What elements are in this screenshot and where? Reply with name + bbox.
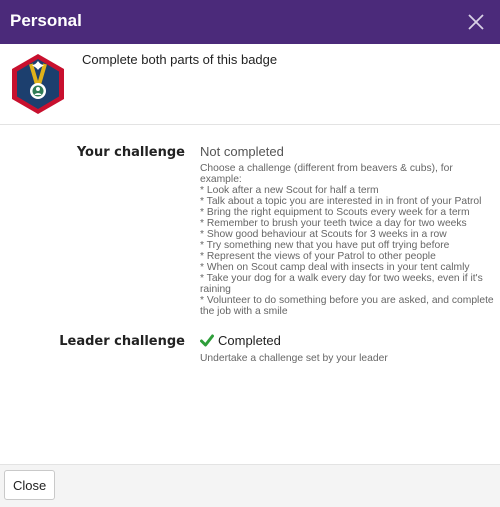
requirement-description-leader-challenge: Undertake a challenge set by your leader <box>200 353 388 364</box>
close-icon[interactable] <box>466 12 486 32</box>
dialog-titlebar: Personal <box>0 0 500 44</box>
personal-challenge-badge-icon <box>10 52 66 116</box>
badge-dialog: Personal Complete both parts of this bad… <box>0 0 500 507</box>
check-icon <box>200 334 214 347</box>
requirement-label-leader-challenge: Leader challenge <box>59 334 185 349</box>
close-button[interactable]: Close <box>4 470 56 500</box>
requirement-status-leader-challenge: Completed <box>200 333 281 348</box>
requirement-description-your-challenge: Choose a challenge (different from beave… <box>200 163 494 317</box>
badge-intro-text: Complete both parts of this badge <box>82 52 278 67</box>
dialog-title: Personal <box>10 11 82 30</box>
requirement-status-your-challenge: Not completed <box>200 144 284 159</box>
dialog-footer: Close <box>0 464 500 507</box>
divider <box>0 124 500 125</box>
requirement-status-text: Completed <box>218 333 281 348</box>
requirement-label-your-challenge: Your challenge <box>76 145 185 160</box>
